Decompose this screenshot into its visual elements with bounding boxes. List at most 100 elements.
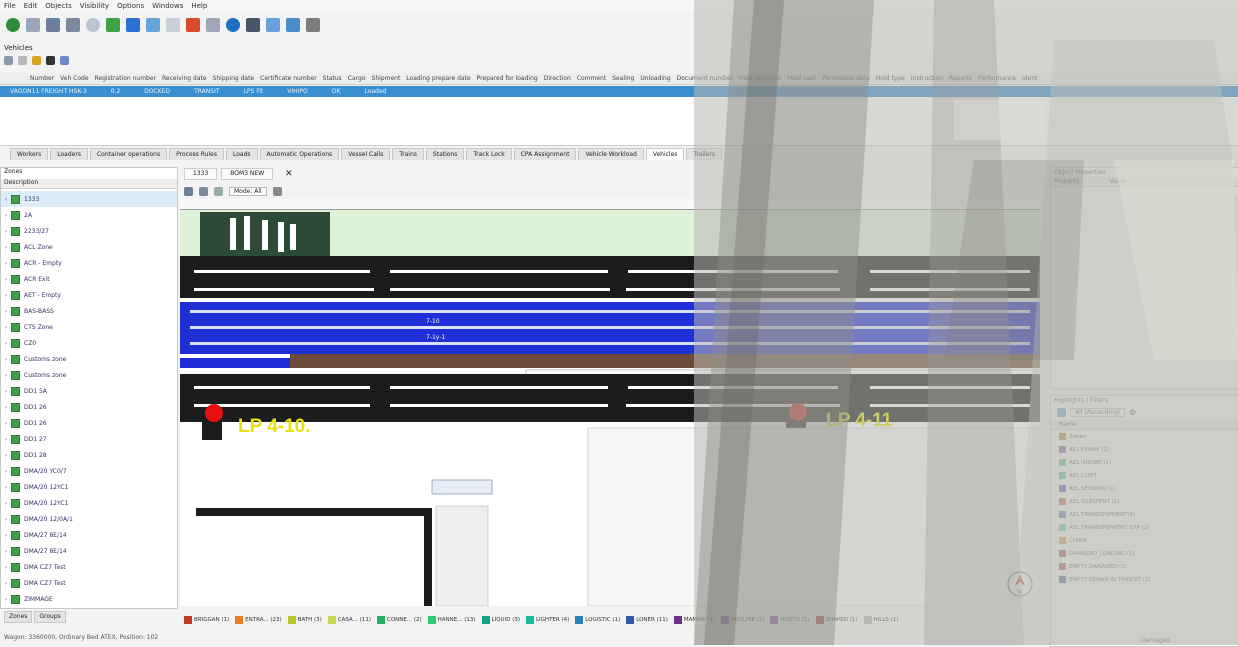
column-header[interactable]: Sealing: [612, 75, 634, 82]
highlight-item[interactable]: AEL FEAHV (1): [1051, 443, 1238, 456]
tab-vehicle-workload[interactable]: Vehicle Workload: [578, 148, 644, 160]
column-header[interactable]: Permission date: [822, 75, 870, 82]
tab-vessel-calls[interactable]: Vessel Calls: [341, 148, 391, 160]
tab-automatic-operations[interactable]: Automatic Operations: [259, 148, 340, 160]
expand-icon[interactable]: ›: [1, 212, 11, 219]
tab-loaders[interactable]: Loaders: [50, 148, 88, 160]
zone-list-item[interactable]: › BAS-BASS: [1, 303, 177, 319]
tab-cpa-assignment[interactable]: CPA Assignment: [513, 148, 577, 160]
menu-windows[interactable]: Windows: [152, 2, 183, 10]
highlight-item[interactable]: AEL CUIPT: [1051, 469, 1238, 482]
expand-icon[interactable]: ›: [1, 564, 11, 571]
zone-list-item[interactable]: › CTS Zone: [1, 319, 177, 335]
zone-list-item[interactable]: › Customs zone: [1, 367, 177, 383]
expand-icon[interactable]: ›: [1, 484, 11, 491]
zones-description-header[interactable]: Description: [1, 179, 177, 189]
column-header[interactable]: Receiving date: [162, 75, 207, 82]
highlight-item[interactable]: EMPTY REPAIR IN TRANSIT (2): [1051, 573, 1238, 586]
expand-icon[interactable]: ›: [1, 260, 11, 267]
expand-icon[interactable]: ›: [1, 516, 11, 523]
tab-track-lock[interactable]: Track Lock: [466, 148, 512, 160]
zone-list-item[interactable]: › DD1 28: [1, 447, 177, 463]
highlight-item[interactable]: EMPTY DAMAGED (1): [1051, 560, 1238, 573]
zone-list-item[interactable]: › DMA/20 YC0/7: [1, 463, 177, 479]
pencil-icon[interactable]: [26, 18, 40, 32]
expand-icon[interactable]: ›: [1, 196, 11, 203]
column-header[interactable]: Unloading: [640, 75, 670, 82]
path-icon[interactable]: [46, 18, 60, 32]
expand-icon[interactable]: ›: [1, 580, 11, 587]
tab-process-rules[interactable]: Process Rules: [169, 148, 224, 160]
zone-list-item[interactable]: › DMA CZ7 Test: [1, 575, 177, 591]
zone-list-item[interactable]: › DMA/27 8E/14: [1, 527, 177, 543]
zone-list-item[interactable]: › CZ0: [1, 335, 177, 351]
highlight-settings-icon[interactable]: ⚙: [1129, 408, 1136, 417]
highlight-item[interactable]: CHINA: [1051, 534, 1238, 547]
highlight-sort-select[interactable]: All (Ascending): [1070, 408, 1126, 417]
tab-trailers[interactable]: Trailers: [686, 148, 722, 160]
tab-workers[interactable]: Workers: [10, 148, 49, 160]
zone-list-item[interactable]: › DMA/20 12YC1: [1, 495, 177, 511]
zone-list-item[interactable]: › DD1 27: [1, 431, 177, 447]
legend-item[interactable]: SHAPED (1): [815, 616, 858, 624]
menu-file[interactable]: File: [4, 2, 16, 10]
column-header[interactable]: Shipment: [372, 75, 401, 82]
highlight-item[interactable]: DAMAGED_LOADING (1): [1051, 547, 1238, 560]
column-header[interactable]: Ident: [1022, 75, 1037, 82]
search-icon[interactable]: [86, 18, 100, 32]
legend-item[interactable]: RIVETS (1): [770, 616, 810, 624]
zone-green-icon[interactable]: [106, 18, 120, 32]
expand-icon[interactable]: ›: [1, 372, 11, 379]
map-pointer-icon[interactable]: [184, 186, 193, 196]
menu-options[interactable]: Options: [117, 2, 144, 10]
add-icon[interactable]: [4, 55, 13, 65]
expand-icon[interactable]: ›: [1, 436, 11, 443]
menu-edit[interactable]: Edit: [24, 2, 38, 10]
menu-objects[interactable]: Objects: [45, 2, 71, 10]
column-header[interactable]: Certificate number: [260, 75, 317, 82]
map-tab-1333[interactable]: 1333: [184, 168, 218, 180]
menu-help[interactable]: Help: [191, 2, 207, 10]
map-tab-bom3[interactable]: BOM3 NEW: [221, 168, 274, 180]
legend-item[interactable]: BRIGGAN (1): [184, 616, 229, 624]
column-header[interactable]: Document number: [677, 75, 733, 82]
map-save-icon[interactable]: [199, 186, 208, 196]
zone-list-item[interactable]: › DMA/20 12/0A/1: [1, 511, 177, 527]
route-icon[interactable]: [66, 18, 80, 32]
highlight-add-icon[interactable]: [1057, 408, 1066, 417]
expand-icon[interactable]: ›: [1, 452, 11, 459]
chart-icon[interactable]: [286, 18, 300, 32]
column-header[interactable]: Reports: [949, 75, 972, 82]
legend-item[interactable]: PROLINE (1): [721, 616, 764, 624]
zone-list-item[interactable]: › DMA/20 12YC1: [1, 479, 177, 495]
refresh-icon[interactable]: [6, 18, 20, 32]
yard-map[interactable]: 7-10 7-1y-1 N LP 4-10. LP 4-11: [180, 210, 1040, 606]
zone-list-item[interactable]: › 1333: [1, 191, 177, 207]
column-header[interactable]: Comment: [577, 75, 606, 82]
highlight-item[interactable]: Zones: [1051, 430, 1238, 443]
legend-item[interactable]: LONER (11): [626, 616, 668, 624]
expand-icon[interactable]: ›: [1, 388, 11, 395]
crane-icon[interactable]: [186, 18, 200, 32]
column-header[interactable]: Direction: [544, 75, 571, 82]
tab-loads[interactable]: Loads: [225, 148, 258, 160]
zone-list-item[interactable]: › DD1 26: [1, 415, 177, 431]
column-header[interactable]: Registration number: [95, 75, 157, 82]
vehicle-blue-icon[interactable]: [126, 18, 140, 32]
zone-list-item[interactable]: › Customs zone: [1, 351, 177, 367]
settings-icon[interactable]: [306, 18, 320, 32]
column-header[interactable]: Hold type: [876, 75, 905, 82]
zone-list-item[interactable]: › DD1 5A: [1, 383, 177, 399]
column-header[interactable]: Performance: [978, 75, 1016, 82]
highlight-item[interactable]: AEL TRANSSHIPMENT EXP (2): [1051, 521, 1238, 534]
legend-item[interactable]: LIGHTER (4): [525, 616, 569, 624]
expand-icon[interactable]: ›: [1, 404, 11, 411]
expand-icon[interactable]: ›: [1, 324, 11, 331]
vehicles-selected-row[interactable]: VAGON11 FREIGHT HSK-3 0.2 DOCKED TRANSIT LPS…: [0, 86, 1238, 97]
train-icon[interactable]: [266, 18, 280, 32]
expand-icon[interactable]: ›: [1, 468, 11, 475]
expand-icon[interactable]: ›: [1, 244, 11, 251]
tab-zones[interactable]: Zones: [4, 611, 33, 623]
expand-icon[interactable]: ›: [1, 228, 11, 235]
column-header[interactable]: Loading prepare date: [406, 75, 470, 82]
